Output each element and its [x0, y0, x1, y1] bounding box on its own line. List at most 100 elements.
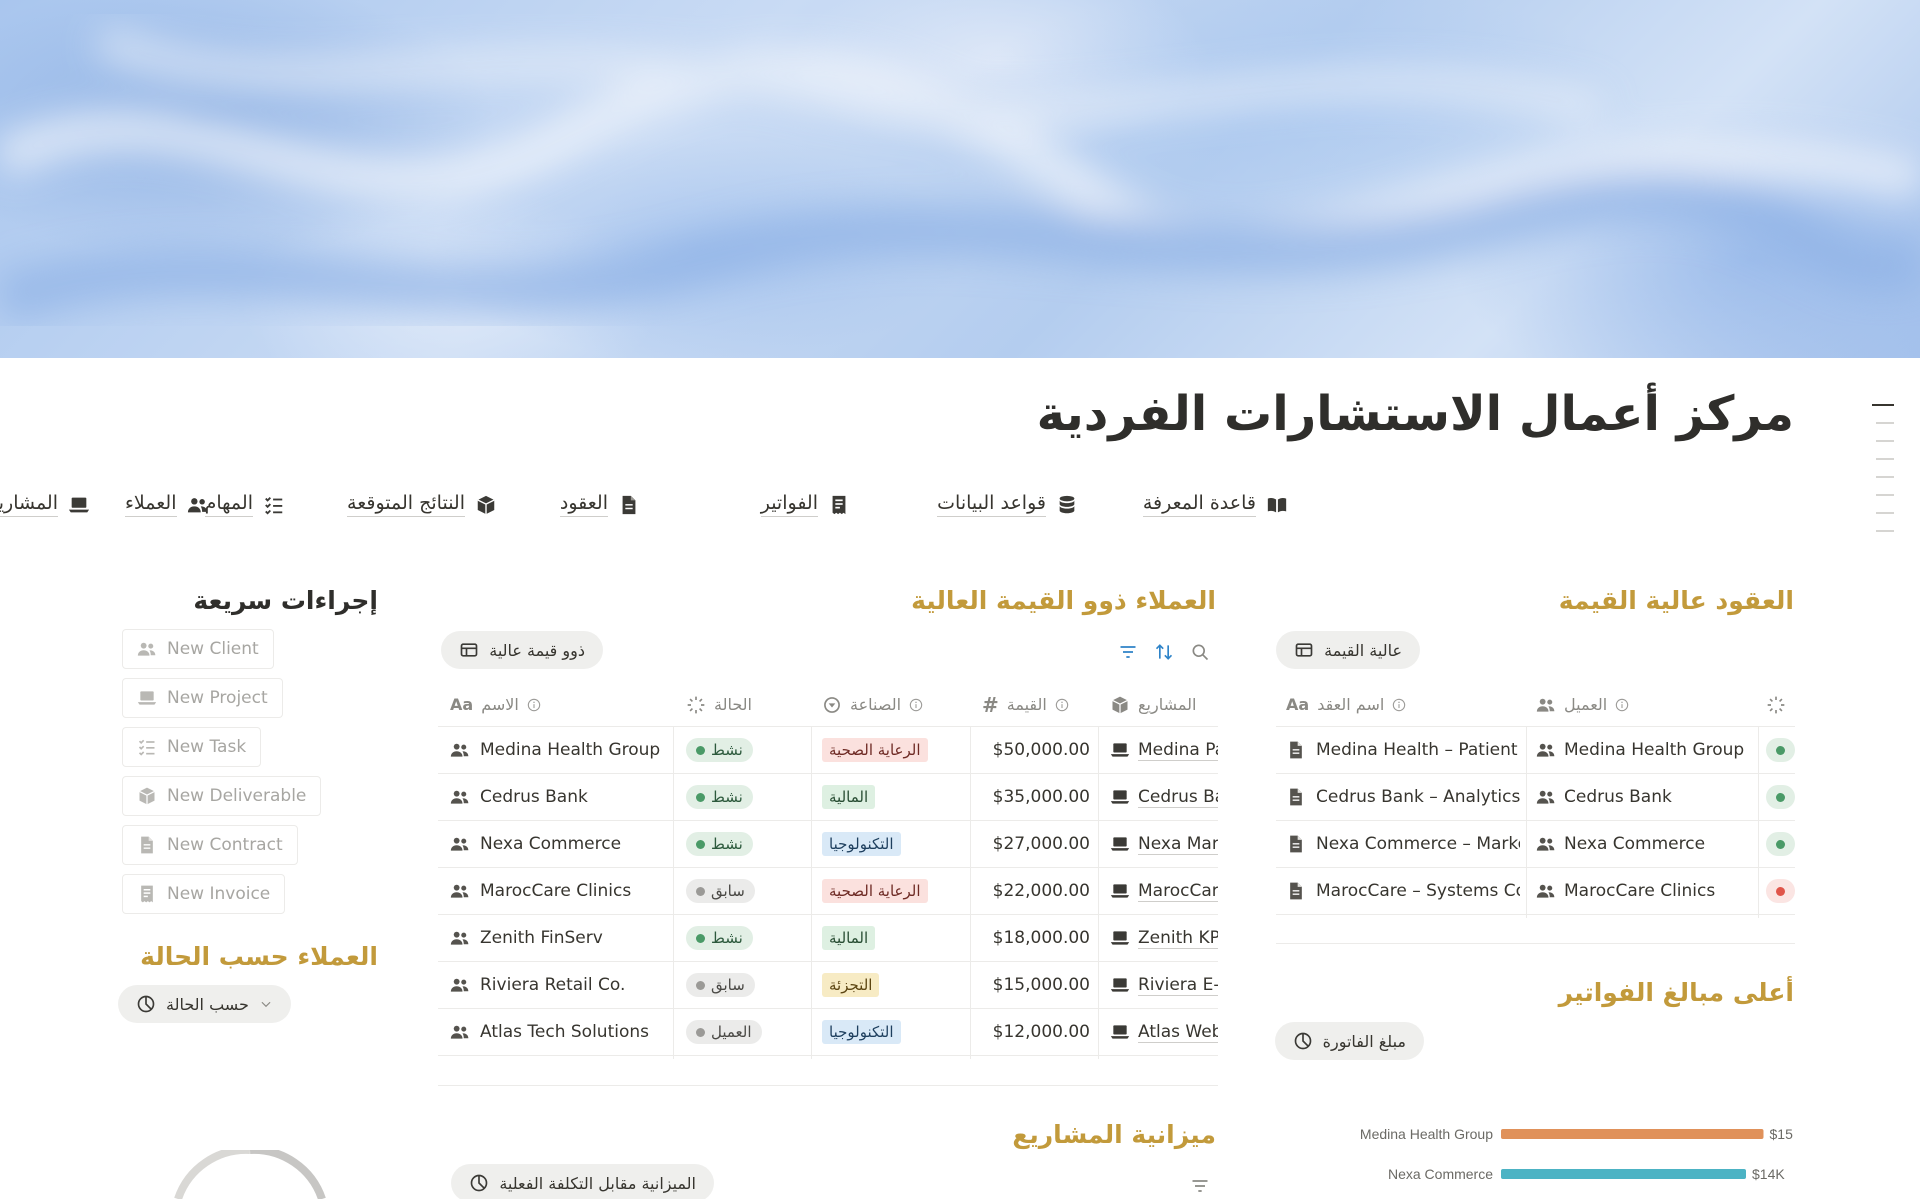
new-task-button[interactable]: New Task — [122, 727, 262, 767]
new-client-button[interactable]: New Client — [122, 629, 274, 669]
nav-item-projects[interactable]: المشاريع — [0, 492, 90, 517]
document-icon — [141, 836, 153, 854]
nav-item-invoices[interactable]: الفواتير — [760, 492, 850, 517]
client-name-cell[interactable]: Nexa Commerce — [450, 821, 670, 867]
col-status[interactable]: الحالة — [686, 683, 806, 726]
client-value-cell[interactable]: $27,000.00 — [970, 821, 1090, 867]
contract-status-cell[interactable] — [1766, 821, 1795, 867]
col-value[interactable]: # القيمة — [982, 683, 1102, 726]
nav-item-clients[interactable]: العملاء — [125, 492, 209, 517]
client-name-cell[interactable]: Medina Health Group — [450, 727, 670, 773]
nav-item-deliverables[interactable]: النتائج المتوقعة — [347, 492, 497, 517]
client-value-cell[interactable]: $12,000.00 — [970, 1009, 1090, 1055]
chevron-down-icon — [261, 1001, 271, 1008]
contract-name-cell[interactable]: Nexa Commerce – Market — [1286, 821, 1520, 867]
col-industry[interactable]: الصناعة — [822, 683, 962, 726]
client-status-cell[interactable]: سابق — [686, 868, 806, 914]
client-project-cell[interactable]: Cedrus Ba — [1110, 774, 1218, 820]
client-value-cell[interactable]: $18,000.00 — [970, 915, 1090, 961]
client-industry-cell[interactable]: المالية — [822, 774, 962, 820]
table-row[interactable]: Zenith FinServ نشط المالية $18,000.00 Ze… — [438, 915, 1218, 962]
client-status-cell[interactable]: نشط — [686, 915, 806, 961]
sort-icon[interactable] — [1154, 642, 1174, 662]
table-row[interactable]: MarocCare Clinics سابق الرعاية الصحية $2… — [438, 868, 1218, 915]
client-project-cell[interactable]: Riviera E- — [1110, 962, 1218, 1008]
new-invoice-button[interactable]: New Invoice — [122, 874, 286, 914]
filter-icon[interactable] — [1118, 642, 1138, 662]
col-name[interactable]: Aa الاسم — [450, 683, 670, 726]
table-row[interactable]: Nexa Commerce – Market Nexa Commerce — [1276, 821, 1795, 868]
client-project-cell[interactable]: Zenith KP — [1110, 915, 1218, 961]
nav-bar: قاعدة المعرفة قواعد البيانات الفواتير ال… — [0, 492, 1680, 526]
col-status[interactable] — [1766, 683, 1795, 726]
client-project-cell[interactable]: Nexa Mari — [1110, 821, 1218, 867]
client-name-cell[interactable]: Zenith FinServ — [450, 915, 670, 961]
clients-view-tab[interactable]: ذوو قيمة عالية — [441, 631, 603, 669]
client-value-cell[interactable]: $22,000.00 — [970, 868, 1090, 914]
client-status-cell[interactable]: العميل — [686, 1009, 806, 1055]
nav-item-databases[interactable]: قواعد البيانات — [937, 492, 1078, 517]
table-row[interactable]: Medina Health – Patient Po Medina Health… — [1276, 727, 1795, 774]
col-projects[interactable]: المشاريع — [1110, 683, 1218, 726]
project-budget-view-tab[interactable]: الميزانية مقابل التكلفة الفعلية — [451, 1164, 714, 1199]
client-value-cell[interactable]: $35,000.00 — [970, 774, 1090, 820]
client-name-cell[interactable]: Riviera Retail Co. — [450, 962, 670, 1008]
contract-name-cell[interactable]: MarocCare – Systems Cor — [1286, 868, 1520, 914]
client-value-cell[interactable]: $15,000.00 — [970, 962, 1090, 1008]
client-industry-cell[interactable]: التكنولوجيا — [822, 1009, 962, 1055]
invoices-view-label: مبلغ الفاتورة — [1322, 1031, 1406, 1051]
client-project-cell[interactable]: Atlas Web — [1110, 1009, 1218, 1055]
contract-client-cell[interactable]: MarocCare Clinics — [1536, 868, 1754, 914]
filter-icon[interactable] — [1190, 1176, 1210, 1196]
client-industry-cell[interactable]: المالية — [822, 915, 962, 961]
client-status-cell[interactable]: نشط — [686, 774, 806, 820]
relation-icon — [1112, 696, 1128, 713]
client-industry-cell[interactable]: الرعاية الصحية — [822, 727, 962, 773]
client-status-cell[interactable]: سابق — [686, 962, 806, 1008]
search-icon[interactable] — [1190, 642, 1210, 662]
col-client[interactable]: العميل — [1536, 683, 1756, 726]
new-project-button[interactable]: New Project — [122, 678, 283, 718]
contract-status-cell[interactable] — [1766, 868, 1795, 914]
table-row[interactable]: Cedrus Bank نشط المالية $35,000.00 Cedru… — [438, 774, 1218, 821]
page-outline[interactable] — [1872, 404, 1894, 548]
contracts-view-tab[interactable]: عالية القيمة — [1276, 631, 1420, 669]
bar[interactable] — [1501, 1169, 1746, 1179]
contract-status-cell[interactable] — [1766, 774, 1795, 820]
client-status-cell[interactable]: نشط — [686, 727, 806, 773]
table-row[interactable]: Cedrus Bank – Analytics R Cedrus Bank — [1276, 774, 1795, 821]
contract-status-cell[interactable] — [1766, 727, 1795, 773]
contract-name-cell[interactable]: Cedrus Bank – Analytics R — [1286, 774, 1520, 820]
clients-by-status-view-tab[interactable]: حسب الحالة — [118, 985, 291, 1023]
bar[interactable] — [1501, 1129, 1764, 1139]
contract-client-cell[interactable]: Cedrus Bank — [1536, 774, 1754, 820]
table-row[interactable]: Atlas Tech Solutions العميل التكنولوجيا … — [438, 1009, 1218, 1056]
new-contract-button[interactable]: New Contract — [122, 825, 298, 865]
table-row[interactable]: Riviera Retail Co. سابق التجزئة $15,000.… — [438, 962, 1218, 1009]
client-industry-cell[interactable]: التجزئة — [822, 962, 962, 1008]
client-name-cell[interactable]: Cedrus Bank — [450, 774, 670, 820]
contract-client-cell[interactable]: Nexa Commerce — [1536, 821, 1754, 867]
table-row[interactable]: Medina Health Group نشط الرعاية الصحية $… — [438, 727, 1218, 774]
contract-client-cell[interactable]: Medina Health Group — [1536, 727, 1754, 773]
contract-name-cell[interactable]: Medina Health – Patient Po — [1286, 727, 1520, 773]
nav-item-knowledge-base[interactable]: قاعدة المعرفة — [1142, 492, 1288, 517]
client-industry-cell[interactable]: التكنولوجيا — [822, 821, 962, 867]
client-value-cell[interactable]: $50,000.00 — [970, 727, 1090, 773]
client-project-cell[interactable]: MarocCar — [1110, 868, 1218, 914]
table-row[interactable]: MarocCare – Systems Cor MarocCare Clinic… — [1276, 868, 1795, 915]
nav-item-tasks[interactable]: المهام — [204, 492, 285, 517]
col-contract-name[interactable]: Aa اسم العقد — [1286, 683, 1511, 726]
invoices-view-tab[interactable]: مبلغ الفاتورة — [1274, 1022, 1424, 1060]
client-project-cell[interactable]: Medina Pa — [1110, 727, 1218, 773]
client-industry-cell[interactable]: الرعاية الصحية — [822, 868, 962, 914]
table-row[interactable]: Nexa Commerce نشط التكنولوجيا $27,000.00… — [438, 821, 1218, 868]
new-deliverable-button[interactable]: New Deliverable — [122, 776, 322, 816]
nav-item-contracts[interactable]: العقود — [559, 492, 640, 517]
pie-chart-icon — [1294, 1032, 1311, 1050]
client-name-cell[interactable]: Atlas Tech Solutions — [450, 1009, 670, 1055]
contracts-table-header: Aa اسم العقد العميل — [1276, 683, 1795, 727]
bar-value-label: $15 — [1770, 1126, 1794, 1142]
client-status-cell[interactable]: نشط — [686, 821, 806, 867]
client-name-cell[interactable]: MarocCare Clinics — [450, 868, 670, 914]
